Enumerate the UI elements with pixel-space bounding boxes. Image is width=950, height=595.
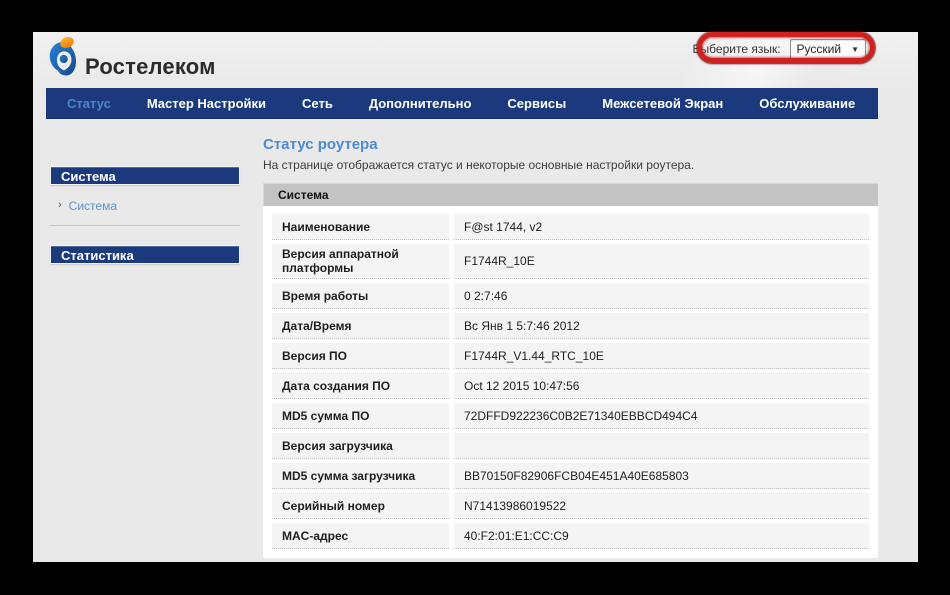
nav-item[interactable]: Сеть [302, 96, 333, 111]
sidebar-link-system[interactable]: Система [69, 199, 117, 213]
table-row: MD5 сумма загрузчика BB70150F82906FCB04E… [272, 463, 869, 489]
sidebar-divider [50, 225, 240, 226]
chevron-down-icon: ▼ [851, 45, 859, 54]
language-label: Выберите язык: [693, 42, 781, 56]
table-section-header: Система [263, 183, 878, 206]
row-label: Время работы [272, 283, 449, 309]
row-label: MD5 сумма загрузчика [272, 463, 449, 489]
row-value: 0 2:7:46 [454, 283, 869, 309]
main-content: Статус роутера На странице отображается … [263, 136, 878, 558]
row-label: Наименование [272, 214, 449, 240]
language-selected-value: Русский [797, 42, 842, 56]
table-row: Время работы 0 2:7:46 [272, 283, 869, 309]
main-nav: Статус Мастер Настройки Сеть Дополнитель… [46, 88, 878, 119]
nav-item[interactable]: Обслуживание [759, 96, 855, 111]
row-value: F1744R_V1.44_RTC_10E [454, 343, 869, 369]
row-label: Дата/Время [272, 313, 449, 339]
row-label: Версия загрузчика [272, 433, 449, 459]
table-row: Версия ПО F1744R_V1.44_RTC_10E [272, 343, 869, 369]
row-value: F1744R_10E [454, 244, 869, 279]
row-label: Дата создания ПО [272, 373, 449, 399]
page-title: Статус роутера [263, 136, 878, 153]
sidebar-section-system[interactable]: Система [50, 166, 240, 185]
nav-item[interactable]: Мастер Настройки [147, 96, 266, 111]
row-label: MAC-адрес [272, 523, 449, 549]
language-selector: Выберите язык: Русский ▼ [693, 39, 866, 59]
table-row: Версия аппаратной платформы F1744R_10E [272, 244, 869, 279]
sidebar-link-row: › Система [50, 185, 240, 215]
table-row: MD5 сумма ПО 72DFFD922236C0B2E71340EBBCD… [272, 403, 869, 429]
sidebar-section-statistics[interactable]: Статистика [50, 245, 240, 264]
rostelecom-logo-icon [47, 36, 77, 82]
row-value: N71413986019522 [454, 493, 869, 519]
row-label: Серийный номер [272, 493, 449, 519]
sidebar: Система › Система Статистика [50, 166, 240, 264]
status-table: Наименование F@st 1744, v2 Версия аппара… [263, 206, 878, 558]
page-subtitle: На странице отображается статус и некото… [263, 158, 878, 172]
row-value: BB70150F82906FCB04E451A40E685803 [454, 463, 869, 489]
row-value: Вс Янв 1 5:7:46 2012 [454, 313, 869, 339]
screenshot-root: { "brand": "Ростелеком", "language": { "… [0, 0, 950, 595]
row-value: 72DFFD922236C0B2E71340EBBCD494C4 [454, 403, 869, 429]
table-row: Серийный номер N71413986019522 [272, 493, 869, 519]
row-label: Версия ПО [272, 343, 449, 369]
brand-text: Ростелеком [85, 38, 216, 80]
table-row: MAC-адрес 40:F2:01:E1:CC:C9 [272, 523, 869, 549]
header: Ростелеком Выберите язык: Русский ▼ [33, 32, 918, 89]
nav-item[interactable]: Статус [67, 96, 111, 111]
table-row: Дата/Время Вс Янв 1 5:7:46 2012 [272, 313, 869, 339]
table-row: Дата создания ПО Oct 12 2015 10:47:56 [272, 373, 869, 399]
row-label: MD5 сумма ПО [272, 403, 449, 429]
nav-item[interactable]: Межсетевой Экран [602, 96, 723, 111]
row-value: F@st 1744, v2 [454, 214, 869, 240]
rostelecom-logo: Ростелеком [47, 36, 216, 82]
arrow-right-icon: › [58, 200, 62, 211]
nav-item[interactable]: Сервисы [507, 96, 566, 111]
row-value [454, 433, 869, 459]
row-value: Oct 12 2015 10:47:56 [454, 373, 869, 399]
row-value: 40:F2:01:E1:CC:C9 [454, 523, 869, 549]
row-label: Версия аппаратной платформы [272, 244, 449, 279]
table-row: Наименование F@st 1744, v2 [272, 214, 869, 240]
table-row: Версия загрузчика [272, 433, 869, 459]
language-select[interactable]: Русский ▼ [790, 39, 866, 59]
nav-item[interactable]: Дополнительно [369, 96, 472, 111]
page-frame: Ростелеком Выберите язык: Русский ▼ Стат… [33, 32, 918, 562]
